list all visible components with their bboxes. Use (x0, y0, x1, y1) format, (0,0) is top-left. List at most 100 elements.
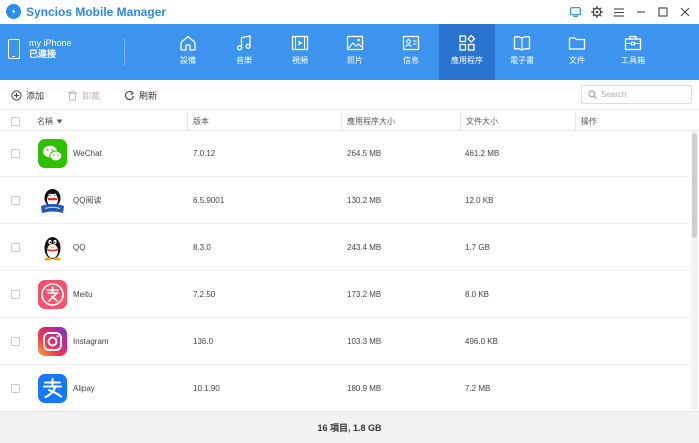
nav-label: 工具箱 (621, 56, 645, 65)
refresh-icon (125, 91, 135, 101)
nav-item-messages[interactable]: 信息 (388, 24, 434, 80)
maximize-icon[interactable] (655, 4, 671, 20)
nav-label: 文件 (569, 56, 585, 65)
wechat-icon (38, 139, 67, 168)
nav-label: 信息 (403, 56, 419, 65)
minimize-icon[interactable] (633, 4, 649, 20)
home-icon (180, 35, 196, 51)
app-version: 10.1.90 (193, 384, 220, 393)
nav-item-ebooks[interactable]: 電子書 (499, 24, 545, 80)
table-row[interactable]: QQ 8.3.0 243.4 MB 1.7 GB (0, 225, 690, 271)
apps-grid-icon (459, 34, 476, 51)
app-title: Syncios Mobile Manager (26, 5, 167, 19)
column-header-action: 操作 (581, 117, 597, 126)
contact-card-icon (402, 35, 420, 51)
screen-icon[interactable] (567, 4, 583, 20)
app-name: Alipay (73, 384, 95, 393)
summary-text: 16 項目, 1.8 GB (317, 423, 382, 433)
add-label: 添加 (26, 91, 45, 101)
doc-size: 7.2 MB (465, 384, 491, 393)
nav-divider (124, 38, 125, 66)
uninstall-button[interactable]: 卸載 (67, 89, 100, 102)
row-checkbox[interactable] (11, 149, 20, 158)
nav-item-photos[interactable]: 照片 (332, 24, 378, 80)
row-checkbox[interactable] (11, 290, 20, 299)
nav-label: 視頻 (292, 56, 308, 65)
refresh-label: 刷新 (139, 91, 158, 101)
table-row[interactable]: Meitu 7.2.50 173.2 MB 8.0 KB (0, 272, 690, 318)
nav-item-device[interactable]: 設備 (165, 24, 211, 80)
refresh-button[interactable]: 刷新 (124, 89, 157, 102)
book-icon (513, 36, 531, 51)
title-bar: Syncios Mobile Manager (0, 0, 699, 24)
search-box[interactable] (581, 85, 692, 104)
trash-icon (68, 90, 77, 101)
device-name: my iPhone (29, 38, 72, 48)
column-header-doc-size[interactable]: 文件大小 (461, 112, 498, 131)
music-note-icon (236, 35, 251, 51)
app-version: 7.2.50 (193, 290, 216, 299)
window-controls (567, 4, 693, 20)
table-scrollbar[interactable] (691, 131, 698, 410)
device-info[interactable]: my iPhone 已連接 (8, 38, 72, 60)
app-version: 7.0.12 (193, 149, 216, 158)
device-status: 已連接 (29, 49, 57, 59)
nav-item-video[interactable]: 視頻 (277, 24, 323, 80)
nav-label: 音樂 (236, 56, 252, 65)
uninstall-label: 卸載 (82, 91, 101, 101)
table-row[interactable]: QQ阅读 6.5.9001 130.2 MB 12.0 KB (0, 178, 690, 224)
row-checkbox[interactable] (11, 337, 20, 346)
image-icon (346, 35, 364, 51)
status-bar: 16 項目, 1.8 GB (0, 411, 699, 443)
search-input[interactable] (601, 90, 686, 99)
column-name-label: 名稱 (37, 117, 53, 126)
close-icon[interactable] (677, 4, 693, 20)
alipay-icon (38, 374, 67, 403)
column-header-app-size[interactable]: 應用程序大小 (342, 112, 395, 131)
app-size: 103.3 MB (347, 337, 382, 346)
nav-label: 照片 (347, 56, 363, 65)
menu-icon[interactable] (611, 4, 627, 20)
plus-circle-icon (11, 90, 22, 101)
main-navigation: my iPhone 已連接 設備 音樂 視頻 照片 信息 應用程序 電子書 文件… (0, 24, 699, 80)
row-checkbox[interactable] (11, 243, 20, 252)
app-version: 8.3.0 (193, 243, 211, 252)
table-row[interactable]: Instagram 136.0 103.3 MB 496.0 KB (0, 319, 690, 365)
doc-size: 12.0 KB (465, 196, 494, 205)
app-name: Meitu (73, 290, 93, 299)
film-icon (291, 35, 309, 51)
column-header-version[interactable]: 版本 (188, 112, 209, 131)
search-icon (588, 90, 597, 99)
nav-item-files[interactable]: 文件 (554, 24, 600, 80)
doc-size: 461.2 MB (465, 149, 500, 158)
nav-item-music[interactable]: 音樂 (221, 24, 267, 80)
doc-size: 1.7 GB (465, 243, 490, 252)
doc-size: 496.0 KB (465, 337, 498, 346)
meitu-icon (38, 280, 67, 309)
app-size: 243.4 MB (347, 243, 382, 252)
app-version: 136.0 (193, 337, 214, 346)
column-header-name[interactable]: 名稱 (32, 112, 63, 131)
phone-icon (8, 39, 20, 59)
settings-gear-icon[interactable] (589, 4, 605, 20)
table-row[interactable]: WeChat 7.0.12 264.5 MB 461.2 MB (0, 131, 690, 177)
scrollbar-thumb[interactable] (692, 133, 697, 238)
nav-label: 設備 (180, 56, 196, 65)
toolbox-icon (624, 35, 642, 51)
nav-item-apps[interactable]: 應用程序 (439, 24, 495, 80)
row-checkbox[interactable] (11, 196, 20, 205)
row-checkbox[interactable] (11, 384, 20, 393)
app-name: QQ阅读 (73, 196, 102, 205)
app-name: QQ (73, 243, 86, 252)
add-button[interactable]: 添加 (11, 89, 44, 102)
qq-penguin-icon (38, 233, 67, 262)
app-size: 130.2 MB (347, 196, 382, 205)
nav-item-toolbox[interactable]: 工具箱 (610, 24, 656, 80)
app-size: 173.2 MB (347, 290, 382, 299)
nav-label: 應用程序 (451, 56, 483, 65)
sort-down-icon (56, 119, 63, 124)
app-name: Instagram (73, 337, 109, 346)
app-table: WeChat 7.0.12 264.5 MB 461.2 MB QQ阅读 6.5… (0, 131, 690, 410)
select-all-checkbox[interactable] (11, 117, 20, 126)
table-row[interactable]: Alipay 10.1.90 180.9 MB 7.2 MB (0, 366, 690, 410)
